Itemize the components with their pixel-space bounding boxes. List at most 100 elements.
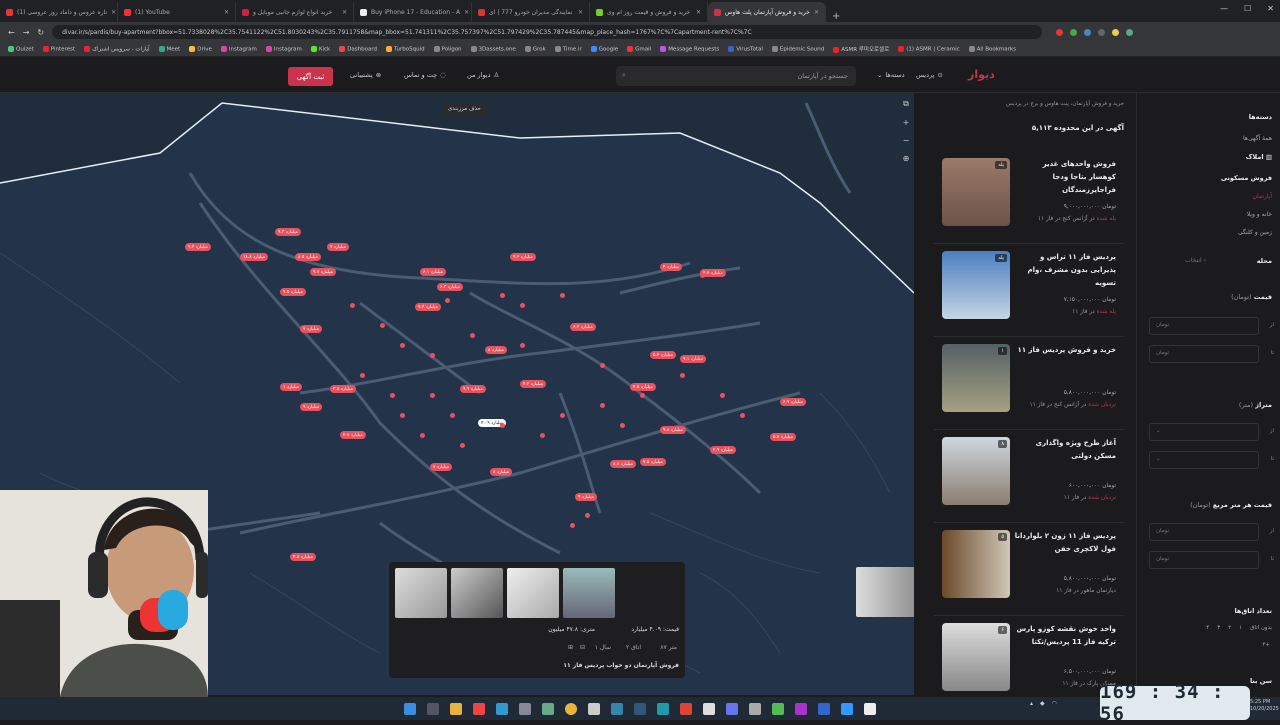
close-icon[interactable]: ✕ <box>111 9 116 16</box>
listing-thumbnail[interactable]: پله <box>942 251 1010 319</box>
price-pin[interactable]: ۸ میلیارد <box>485 346 508 354</box>
room-option[interactable]: ۳ <box>1217 625 1220 631</box>
listing-dot[interactable] <box>640 393 645 398</box>
price-pin[interactable]: ۲.۹ میلیارد <box>710 446 736 454</box>
price-pin[interactable]: ۸.۸ میلیارد <box>610 460 636 468</box>
categories-menu[interactable]: ⌄ دسته‌ها <box>877 71 905 79</box>
listing-dot[interactable] <box>520 303 525 308</box>
listing-dot[interactable] <box>430 353 435 358</box>
forward-icon[interactable]: → <box>23 28 30 37</box>
price-pin[interactable]: ۶.۲ میلیارد <box>570 323 596 331</box>
bookmark[interactable]: Poligon <box>433 45 462 52</box>
minimize-icon[interactable]: — <box>1220 4 1228 13</box>
clock[interactable]: 5:25 PM 10/20/2025 <box>1250 699 1279 713</box>
bookmark[interactable]: Time.ir <box>554 45 582 52</box>
listing-dot[interactable] <box>450 413 455 418</box>
listing-thumbnail[interactable]: ۱ <box>942 344 1010 412</box>
app-icon[interactable] <box>818 702 830 715</box>
listing-title[interactable]: واحد خوش نقشه کوزو پارس ترکیه فاز 11 پرد… <box>1014 623 1116 649</box>
listing-dot[interactable] <box>600 403 605 408</box>
zoom-in-button[interactable]: + <box>903 118 910 127</box>
browser-tab[interactable]: نمایندگی مدیران خودرو 777 | ای ✕ <box>472 2 590 22</box>
price-pin[interactable]: ۴.۲ میلیارد <box>520 380 546 388</box>
bookmark[interactable]: Pinterest <box>42 45 75 52</box>
rider-icon[interactable] <box>795 702 807 715</box>
chrome-icon[interactable] <box>565 702 577 715</box>
app-icon[interactable] <box>542 702 554 715</box>
browser-tab-active[interactable]: خرید و فروش آپارتمان پلت هاوس ✕ <box>708 2 826 22</box>
listing-dot[interactable] <box>360 373 365 378</box>
search-icon[interactable] <box>473 702 485 715</box>
settings-icon[interactable] <box>519 702 531 715</box>
listing-dot[interactable] <box>430 393 435 398</box>
price-pin[interactable]: ۵.۷ میلیارد <box>770 433 796 441</box>
listing-card[interactable]: ۵ پردیس فاز ۱۱ زون ۲ بلواردانا فول لاکچری… <box>934 530 1124 616</box>
price-pin[interactable]: ۷ میلیارد <box>300 325 323 333</box>
listing-dot[interactable] <box>740 413 745 418</box>
bookmark[interactable]: (1) ASMR | Ceramic <box>898 45 960 52</box>
listing-title[interactable]: پردیس فاز ۱۱ تراس و پذیرایی بدون مشرف ،و… <box>1014 251 1116 290</box>
room-option[interactable]: ۴+ <box>1262 642 1270 648</box>
price-pin[interactable]: ۹ میلیارد <box>575 493 598 501</box>
listing-dot[interactable] <box>540 433 545 438</box>
listing-dot[interactable] <box>560 293 565 298</box>
price-pin[interactable]: ۴ میلیارد <box>660 263 683 271</box>
area-min-select[interactable]: ⌄ <box>1149 423 1259 441</box>
listing-thumbnail[interactable]: ۵ <box>942 530 1010 598</box>
price-pin[interactable]: ۴.۷ میلیارد <box>340 431 366 439</box>
bookmark[interactable]: Instagram <box>265 45 302 52</box>
close-icon[interactable]: ✕ <box>578 9 583 16</box>
extension-icon[interactable] <box>1098 28 1106 36</box>
tray-icon[interactable]: ▴ <box>1030 700 1033 707</box>
listing-dot[interactable] <box>560 413 565 418</box>
extension-icon[interactable] <box>1070 28 1078 36</box>
listing-dot[interactable] <box>420 433 425 438</box>
extension-icon[interactable] <box>1056 28 1064 36</box>
remove-boundary-chip[interactable]: حذف مرزبندی <box>442 103 487 115</box>
room-option[interactable]: ۲ <box>1228 625 1231 631</box>
room-option[interactable]: بدون اتاق <box>1250 625 1272 631</box>
price-pin[interactable]: ۹.۹ میلیارد <box>460 385 486 393</box>
price-pin[interactable]: ۱۸.۸ میلیارد <box>240 253 269 261</box>
price-pin[interactable]: ۹.۷ میلیارد <box>310 268 336 276</box>
price-pin[interactable]: ۱ میلیارد <box>280 383 303 391</box>
room-option[interactable]: ۱ <box>1239 625 1242 631</box>
app-icon[interactable] <box>611 702 623 715</box>
listing-title[interactable]: پردیس فاز ۱۱ زون ۲ بلواردانا فول لاکچری … <box>1014 530 1116 556</box>
browser-tab[interactable]: Buy iPhone 17 - Education - A ✕ <box>354 2 472 22</box>
listing-dot[interactable] <box>500 293 505 298</box>
app-icon[interactable] <box>680 702 692 715</box>
windows-start-icon[interactable] <box>404 702 416 715</box>
land-category[interactable]: زمین و کلنگی <box>1238 229 1272 236</box>
bookmark[interactable]: ASMR 루미오로셀로 <box>833 45 889 53</box>
bookmark[interactable]: Google <box>590 45 618 52</box>
breadcrumb[interactable]: خرید و فروش آپارتمان، پنت هاوس و برج در … <box>1006 101 1124 107</box>
profile-icon[interactable] <box>1126 28 1134 36</box>
listing-dot[interactable] <box>620 423 625 428</box>
explorer-icon[interactable] <box>450 702 462 715</box>
ppm-max-input[interactable]: تومان <box>1149 551 1259 569</box>
bookmark[interactable]: Epidemic Sound <box>771 45 824 52</box>
close-icon[interactable]: ✕ <box>342 9 347 16</box>
residential-sale-category[interactable]: فروش مسکونی <box>1221 174 1272 182</box>
city-selector[interactable]: پردیس ⊙ <box>916 71 943 79</box>
listing-card[interactable]: پله پردیس فاز ۱۱ تراس و پذیرایی بدون مشرف… <box>934 251 1124 337</box>
bookmark[interactable]: Dashboard <box>339 45 377 52</box>
next-listing-photo[interactable] <box>856 567 922 617</box>
price-pin[interactable]: ۹.۲ میلیارد <box>510 253 536 261</box>
villa-category[interactable]: خانه و ویلا <box>1247 211 1272 218</box>
listing-dot[interactable] <box>520 343 525 348</box>
browser-tab[interactable]: (1) تاره عروس و داماد روز عروسی ✕ <box>0 2 118 22</box>
layers-icon[interactable]: ⧉ <box>903 99 909 109</box>
area-max-select[interactable]: ⌄ <box>1149 451 1259 469</box>
close-icon[interactable]: ✕ <box>464 9 469 16</box>
price-pin[interactable]: ۷ میلیارد <box>327 243 350 251</box>
price-pin[interactable]: ۹.۵ میلیارد <box>280 288 306 296</box>
close-icon[interactable]: ✕ <box>814 9 819 16</box>
browser-tab[interactable]: خرید و فروش و قیمت روز ام وی ✕ <box>590 2 708 22</box>
price-pin[interactable]: ۶.۳ میلیارد <box>437 283 463 291</box>
listing-dot[interactable] <box>470 333 475 338</box>
real-estate-category[interactable]: املاک ▥ <box>1246 153 1272 161</box>
bookmark[interactable]: Instagram <box>220 45 257 52</box>
wifi-icon[interactable]: ◠ <box>1052 700 1057 707</box>
